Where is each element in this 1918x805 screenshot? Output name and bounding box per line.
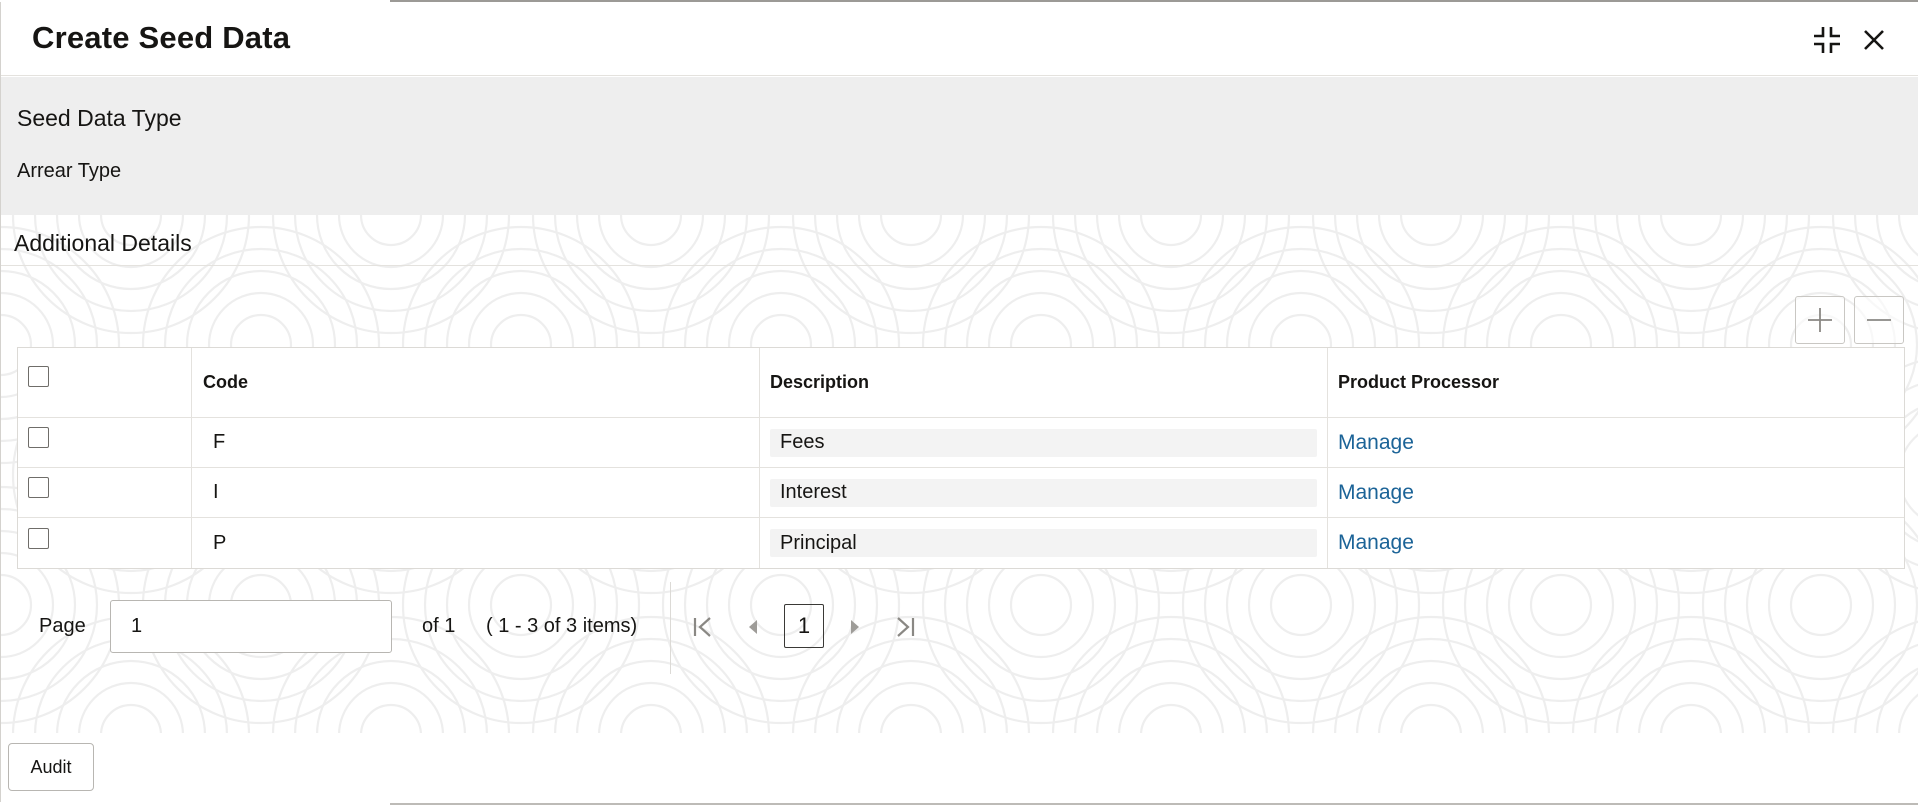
last-page-icon: [897, 617, 915, 637]
column-header-product-processor[interactable]: Product Processor: [1328, 348, 1904, 417]
row-select-cell: [18, 418, 192, 467]
row-select-cell: [18, 518, 192, 568]
current-page-button[interactable]: 1: [784, 604, 824, 648]
page-label: Page: [39, 615, 86, 637]
close-icon: [1864, 30, 1884, 50]
code-cell: I: [192, 468, 760, 517]
manage-link[interactable]: Manage: [1338, 531, 1414, 555]
column-header-description[interactable]: Description: [760, 348, 1328, 417]
description-field[interactable]: Fees: [770, 428, 1317, 457]
table-header-row: Code Description Product Processor: [18, 348, 1904, 418]
pagination-bar: Page 1 of 1 ( 1 - 3 of 3 items) 1: [1, 582, 1918, 674]
seed-data-type-label: Seed Data Type: [17, 105, 182, 131]
dialog-header: Create Seed Data: [1, 2, 1918, 76]
table-row: P Principal Manage: [18, 518, 1904, 568]
page-total: of 1: [422, 615, 456, 637]
page-input[interactable]: 1: [110, 600, 392, 653]
product-processor-cell: Manage: [1328, 468, 1904, 517]
additional-details-table: Code Description Product Processor F Fee…: [17, 347, 1905, 569]
product-processor-cell: Manage: [1328, 518, 1904, 568]
table-row: F Fees Manage: [18, 418, 1904, 468]
manage-link[interactable]: Manage: [1338, 431, 1414, 455]
description-field[interactable]: Principal: [770, 529, 1317, 557]
app-root: Create Seed Data Seed Data Type Arrear T…: [0, 0, 1918, 805]
select-all-checkbox[interactable]: [28, 366, 49, 387]
pagination-separator: [670, 582, 671, 674]
first-page-button[interactable]: [690, 614, 716, 640]
seed-data-type-panel: Seed Data Type Arrear Type: [1, 77, 1918, 215]
code-value: I: [213, 481, 219, 503]
row-checkbox[interactable]: [28, 527, 49, 549]
additional-details-title: Additional Details: [14, 230, 192, 256]
seed-data-type-value: Arrear Type: [17, 160, 122, 182]
plus-icon: [1808, 308, 1832, 332]
code-cell: P: [192, 518, 760, 568]
dialog-title: Create Seed Data: [32, 20, 291, 55]
column-header-code[interactable]: Code: [192, 348, 760, 417]
code-cell: F: [192, 418, 760, 467]
minimize-button[interactable]: [1809, 22, 1845, 58]
dialog-footer: Audit: [1, 733, 1918, 803]
description-cell: Interest: [760, 468, 1328, 517]
row-checkbox[interactable]: [28, 427, 49, 448]
audit-button[interactable]: Audit: [8, 743, 94, 791]
row-select-cell: [18, 468, 192, 517]
minus-icon: [1867, 319, 1891, 321]
select-all-cell: [18, 348, 192, 417]
add-row-button[interactable]: [1795, 296, 1845, 344]
previous-page-button[interactable]: [740, 614, 766, 640]
next-page-icon: [851, 620, 859, 634]
next-page-button[interactable]: [842, 614, 868, 640]
product-processor-cell: Manage: [1328, 418, 1904, 467]
code-value: P: [213, 531, 227, 554]
description-field[interactable]: Interest: [770, 478, 1317, 507]
description-cell: Fees: [760, 418, 1328, 467]
first-page-icon: [693, 617, 711, 637]
create-seed-data-dialog: Create Seed Data Seed Data Type Arrear T…: [0, 2, 1918, 803]
description-cell: Principal: [760, 518, 1328, 568]
items-range: ( 1 - 3 of 3 items): [486, 615, 638, 637]
table-row: I Interest Manage: [18, 468, 1904, 518]
row-checkbox[interactable]: [28, 477, 49, 498]
manage-link[interactable]: Manage: [1338, 481, 1414, 505]
compress-icon: [1814, 27, 1840, 53]
remove-row-button[interactable]: [1854, 296, 1904, 344]
section-divider: [1, 265, 1918, 266]
close-button[interactable]: [1856, 22, 1892, 58]
last-page-button[interactable]: [892, 614, 918, 640]
code-value: F: [213, 431, 226, 453]
prev-page-icon: [749, 620, 757, 634]
